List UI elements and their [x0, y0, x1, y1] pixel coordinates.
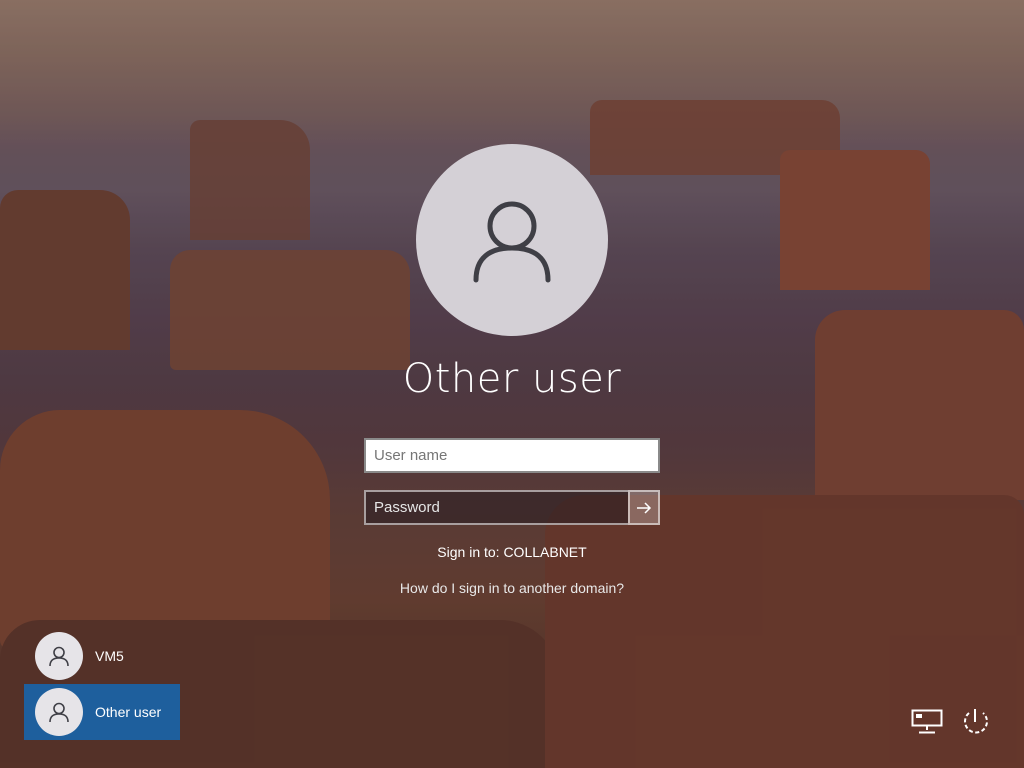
user-icon	[49, 646, 69, 667]
network-button[interactable]	[910, 706, 944, 738]
password-row	[364, 490, 660, 525]
arrow-right-icon	[637, 501, 652, 514]
user-icon	[49, 702, 69, 723]
user-tile-label: Other user	[95, 704, 162, 720]
sign-in-domain-text: Sign in to: COLLABNET	[437, 544, 587, 560]
username-input[interactable]	[364, 438, 660, 473]
power-icon	[964, 709, 988, 734]
user-tile-label: VM5	[95, 648, 124, 664]
submit-button[interactable]	[628, 490, 660, 525]
user-tile-other-user[interactable]: Other user	[24, 684, 180, 740]
power-button[interactable]	[958, 706, 992, 738]
user-icon	[473, 201, 551, 283]
user-switcher: VM5 Other user	[24, 628, 180, 740]
network-icon	[911, 709, 943, 734]
avatar	[35, 688, 83, 736]
password-input[interactable]	[364, 490, 628, 525]
avatar	[35, 632, 83, 680]
user-avatar	[416, 144, 608, 336]
user-display-name: Other user	[402, 356, 622, 402]
user-tile-vm5[interactable]: VM5	[24, 628, 180, 684]
other-domain-help-link[interactable]: How do I sign in to another domain?	[0, 580, 1024, 596]
